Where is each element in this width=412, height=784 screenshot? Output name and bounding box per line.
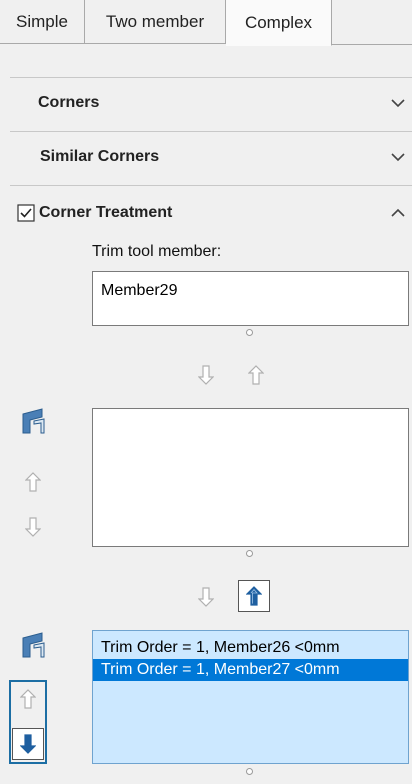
- trim-member-icon: [22, 408, 46, 434]
- list-item-selected[interactable]: Trim Order = 1, Member27 <0mm: [93, 659, 408, 681]
- arrow-down-icon[interactable]: [22, 514, 44, 540]
- chevron-up-icon[interactable]: [388, 203, 408, 223]
- checkbox-icon[interactable]: [17, 204, 35, 222]
- trim-order-list[interactable]: Trim Order = 1, Member26 <0mm Trim Order…: [92, 630, 409, 764]
- chevron-down-icon[interactable]: [388, 93, 408, 113]
- arrow-down-icon: [20, 734, 36, 754]
- arrow-down-icon[interactable]: [195, 584, 217, 610]
- similar-corners-section-header[interactable]: Similar Corners: [10, 131, 412, 183]
- corners-section-label: Corners: [38, 94, 100, 111]
- arrow-up-icon[interactable]: [245, 362, 267, 388]
- tab-two-member[interactable]: Two member: [85, 0, 226, 44]
- list-item[interactable]: Trim Order = 1, Member26 <0mm: [93, 637, 408, 659]
- section-divider: [10, 185, 412, 186]
- move-down-button[interactable]: [12, 728, 44, 760]
- corner-treatment-label: Corner Treatment: [39, 204, 173, 221]
- resize-grip[interactable]: [246, 329, 253, 336]
- corners-section-header[interactable]: Corners: [10, 77, 412, 129]
- arrow-down-icon[interactable]: [195, 362, 217, 388]
- tab-divider: [332, 44, 412, 45]
- arrow-up-icon: [246, 586, 262, 606]
- corner-treatment-section-header[interactable]: Corner Treatment: [10, 187, 412, 239]
- tab-simple[interactable]: Simple: [0, 0, 85, 44]
- arrow-up-button[interactable]: [238, 580, 270, 612]
- arrow-up-icon[interactable]: [17, 686, 39, 712]
- resize-grip[interactable]: [246, 768, 253, 775]
- similar-corners-section-label: Similar Corners: [40, 148, 160, 165]
- arrow-up-icon[interactable]: [22, 469, 44, 495]
- chevron-down-icon[interactable]: [388, 147, 408, 167]
- trim-tool-member-value: Member29: [101, 282, 178, 299]
- trim-member-list[interactable]: [92, 408, 409, 547]
- tab-complex[interactable]: Complex: [226, 0, 332, 46]
- resize-grip[interactable]: [246, 550, 253, 557]
- tab-strip: Simple Two member Complex: [0, 0, 412, 46]
- trim-member-icon: [22, 632, 46, 658]
- trim-tool-member-field[interactable]: Member29: [92, 271, 409, 326]
- trim-tool-member-label: Trim tool member:: [92, 243, 222, 260]
